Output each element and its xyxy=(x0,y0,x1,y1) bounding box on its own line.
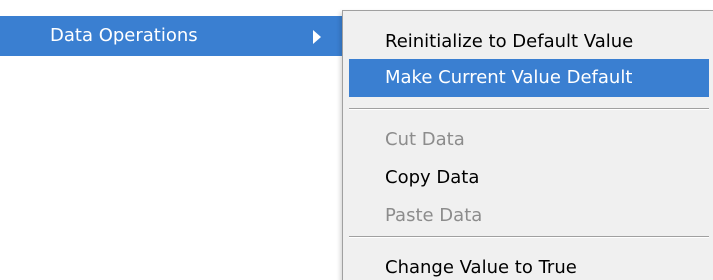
menu-item-label: Copy Data xyxy=(385,167,480,188)
menu-item-reinitialize-default[interactable]: Reinitialize to Default Value xyxy=(349,23,709,61)
menu-item-change-value-true[interactable]: Change Value to True xyxy=(349,249,709,280)
menu-item-cut-data[interactable]: Cut Data xyxy=(349,121,709,159)
menu-item-label: Make Current Value Default xyxy=(385,67,633,88)
menu-item-label: Cut Data xyxy=(385,129,465,150)
menu-item-data-operations[interactable]: Data Operations xyxy=(0,16,342,56)
submenu-arrow-icon xyxy=(313,30,321,44)
menu-item-make-current-default[interactable]: Make Current Value Default xyxy=(349,59,709,97)
context-menu-page: Data Operations Reinitialize to Default … xyxy=(0,0,713,280)
menu-separator xyxy=(349,108,709,110)
menu-item-label: Data Operations xyxy=(50,25,198,46)
menu-item-paste-data[interactable]: Paste Data xyxy=(349,197,709,235)
menu-item-label: Change Value to True xyxy=(385,257,577,278)
submenu-data-operations: Reinitialize to Default Value Make Curre… xyxy=(342,10,713,280)
menu-item-label: Reinitialize to Default Value xyxy=(385,31,634,52)
menu-separator xyxy=(349,236,709,238)
menu-item-copy-data[interactable]: Copy Data xyxy=(349,159,709,197)
menu-item-label: Paste Data xyxy=(385,205,483,226)
